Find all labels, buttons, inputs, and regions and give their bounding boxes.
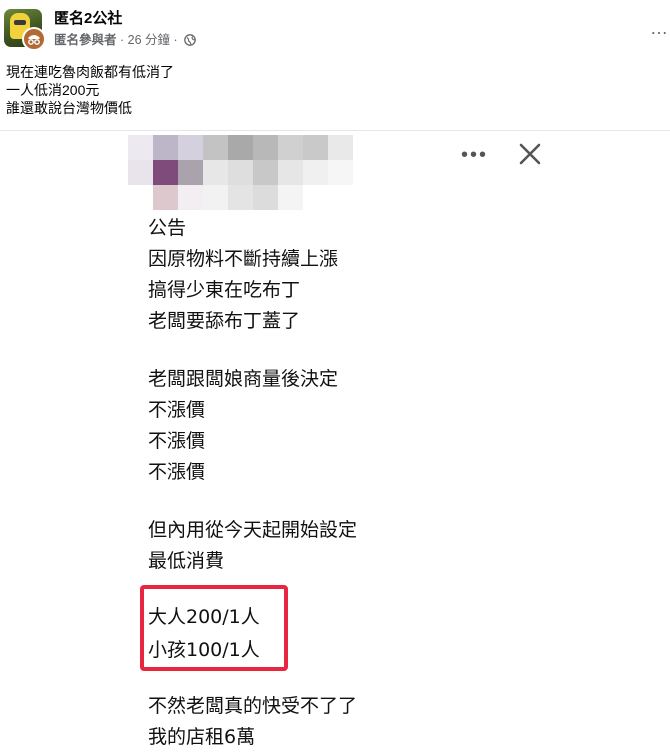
group-name[interactable]: 匿名2公社 [54, 10, 122, 28]
close-icon [519, 143, 541, 165]
caption-line: 一人低消200元 [6, 82, 100, 98]
notice-line: 不漲價 [148, 461, 206, 483]
globe-icon[interactable] [184, 34, 196, 46]
notice-line: 不漲價 [148, 430, 206, 452]
notice-line: 最低消費 [148, 550, 225, 572]
notice-line: 不漲價 [148, 399, 206, 421]
more-options-icon[interactable]: … [650, 19, 670, 37]
pixelated-avatar [128, 135, 358, 213]
post-header: 匿名2公社 匿名參與者 · 26 分鐘 · … [0, 0, 670, 60]
post-caption: 現在連吃魯肉飯都有低消了 一人低消200元 誰還敢說台灣物價低 [6, 63, 174, 117]
notice-line: 不然老闆真的快受不了了 [148, 695, 358, 717]
meta-separator: · [116, 33, 128, 47]
post-meta: 匿名參與者 · 26 分鐘 · [54, 32, 196, 48]
attached-screenshot[interactable]: ••• 公告 因原物料不斷持續上漲 搞得少東在吃布丁 老闆要舔布丁蓋了 老闆跟闆… [118, 131, 568, 752]
author-name[interactable]: 匿名參與者 [54, 33, 117, 47]
caption-line: 現在連吃魯肉飯都有低消了 [6, 64, 174, 80]
post-time[interactable]: 26 分鐘 [128, 33, 170, 47]
anonymous-mask-icon [28, 35, 40, 45]
notice-line: 老闆跟闆娘商量後決定 [148, 368, 339, 390]
notice-line: 因原物料不斷持續上漲 [148, 248, 339, 270]
notice-line: 我的店租6萬 [148, 726, 256, 748]
anonymous-avatar[interactable] [22, 27, 46, 51]
meta-separator: · [170, 33, 182, 47]
notice-line: 但內用從今天起開始設定 [148, 519, 358, 541]
notice-title: 公告 [148, 217, 187, 239]
notice-line: 搞得少東在吃布丁 [148, 279, 301, 301]
caption-line: 誰還敢說台灣物價低 [6, 100, 132, 116]
highlight-box [140, 585, 288, 671]
screenshot-more-icon: ••• [461, 144, 489, 166]
notice-line: 老闆要舔布丁蓋了 [148, 310, 301, 332]
